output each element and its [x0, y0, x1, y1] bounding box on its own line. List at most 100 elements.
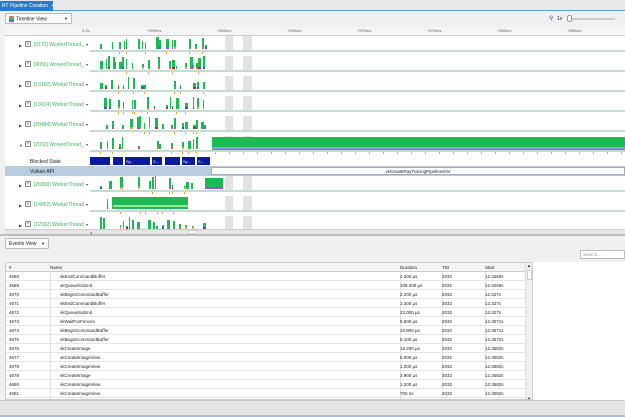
blocked-segment[interactable]: Sy... [125, 157, 150, 165]
blocked-segment[interactable] [113, 157, 123, 165]
event-tick [185, 132, 187, 134]
event-bar [137, 221, 140, 229]
timeline-area[interactable]: ▶ ✓ [5172] WorkerThread_1(▾ ▶ ✓ [9056] Worker… [5, 36, 625, 229]
event-bar [118, 147, 121, 149]
expand-icon[interactable]: ▶ [19, 103, 22, 108]
column-header[interactable]: Start [485, 265, 495, 270]
table-row[interactable]: 4677 vkCreateImageView 8.000 µs 2032 12.3582… [6, 353, 525, 362]
event-bar [171, 187, 174, 189]
event-tick [229, 152, 230, 154]
thread-checkbox[interactable]: ✓ [25, 81, 31, 87]
table-row[interactable]: 4676 vkCreateImage 18.200 µs 2032 12.3582s [6, 344, 525, 353]
table-row[interactable]: 4675 vkBeginCommandBuffer 5.100 µs 2032 12.3… [6, 335, 525, 344]
expand-icon[interactable]: ▶ [19, 83, 22, 88]
thread-row[interactable]: ▶ ✓ [26800] WorkerThread_2 ▾ [5, 176, 625, 196]
thread-row[interactable]: ▶ ✓ [13624] WorkerThread_1 ▾ [5, 96, 625, 116]
chevron-down-icon[interactable]: ▾ [86, 42, 88, 47]
thread-checkbox[interactable]: ✓ [25, 101, 31, 107]
thread-row[interactable]: ▶ ✓ [5172] WorkerThread_1(▾ [5, 36, 625, 56]
thread-row[interactable]: ▶ ✓ [9056] WorkerThread_1(▾ [5, 56, 625, 76]
event-tick [196, 132, 198, 134]
pane-splitter[interactable] [0, 234, 625, 236]
event-tick [551, 152, 552, 154]
blocked-segment[interactable] [165, 157, 180, 165]
table-row[interactable]: 4673 vkWaitForFences 5.500 µs 2032 12.3571s [6, 317, 525, 326]
event-bar [112, 137, 115, 149]
expand-icon[interactable]: ▶ [19, 203, 22, 208]
tab-rt-pipeline-creation[interactable]: RT Pipeline Creation ✕ [0, 1, 55, 11]
thread-checkbox[interactable]: ✓ [25, 41, 31, 47]
blocked-segment[interactable]: S... [197, 157, 210, 165]
table-row[interactable]: 4678 vkCreateImageView 1.000 µs 2032 12.3582… [6, 362, 525, 371]
scroll-up-icon[interactable]: ▲ [527, 263, 531, 268]
table-row[interactable]: 4668 vkEndCommandBuffer 4.200 µs 2032 12.326… [6, 272, 525, 281]
view-select[interactable]: Timeline View ▼ [5, 13, 72, 24]
expand-icon[interactable]: ▶ [19, 183, 22, 188]
event-tick [411, 152, 412, 154]
table-row[interactable]: 4672 vkQueueSubmit 23.000 µs 2032 12.327s [6, 308, 525, 317]
table-row[interactable]: 4674 vkBeginCommandBuffer 10.900 µs 2032 12.… [6, 326, 525, 335]
chevron-down-icon[interactable]: ▾ [86, 222, 88, 227]
blocked-segment[interactable]: S... [152, 157, 162, 165]
blocked-segment[interactable] [90, 157, 110, 165]
expand-icon[interactable]: ▶ [19, 223, 22, 228]
column-header[interactable]: Name [50, 265, 62, 270]
expand-icon[interactable]: ▼ [19, 143, 23, 148]
event-bar [171, 47, 174, 49]
chevron-down-icon[interactable]: ▾ [86, 102, 88, 107]
column-header[interactable]: TID [442, 265, 449, 270]
vulkan-event-bar[interactable]: vkCreateRayTracingPipelinesNV [211, 167, 625, 175]
thread-row[interactable]: ▶ ✓ [13152] WorkerThread_1 ▾ [5, 76, 625, 96]
table-row[interactable]: 4679 vkCreateImage 3.900 µs 2032 12.3582s [6, 371, 525, 380]
column-header[interactable]: # [9, 265, 12, 270]
table-row[interactable]: 4681 vkCreateImageView 700 ns 2032 12.3582s [6, 389, 525, 398]
blocked-segment[interactable]: Sy... [182, 157, 195, 165]
chevron-down-icon[interactable]: ▾ [86, 142, 88, 147]
thread-checkbox[interactable]: ✓ [25, 61, 31, 67]
event-bar [126, 59, 128, 69]
thread-checkbox[interactable]: ✓ [25, 121, 31, 127]
table-row[interactable]: 4669 vkQueueSubmit 108.000 µs 2032 12.3269s [6, 281, 525, 290]
thread-checkbox[interactable]: ✓ [25, 201, 31, 207]
event-bar [132, 62, 134, 69]
event-tid: 2032 [442, 391, 453, 396]
event-bar [123, 102, 125, 109]
thread-checkbox[interactable]: ✓ [25, 181, 31, 187]
zoom-slider-handle[interactable] [567, 15, 572, 22]
event-tick [453, 152, 454, 154]
table-row[interactable]: 4670 vkBeginCommandBuffer 2.200 µs 2032 12.3… [6, 290, 525, 299]
event-bar [147, 60, 150, 69]
events-view-select[interactable]: Events View ▼ [5, 238, 49, 249]
scrollbar-thumb[interactable] [527, 270, 532, 280]
column-header[interactable]: Duration [400, 265, 417, 270]
event-duration: 700 ns [400, 391, 414, 396]
table-vertical-scrollbar[interactable]: ▲ ▼ [525, 263, 532, 399]
vulkan-api-row[interactable]: Vulkan API vkCreateRayTracingPipelinesNV [5, 166, 625, 176]
event-start: 12.3269s [485, 274, 504, 279]
event-bar [142, 67, 145, 69]
thread-row[interactable]: ▶ ✓ [20484] WorkerThread_2 ▾ [5, 116, 625, 136]
zoom-slider[interactable] [568, 18, 615, 20]
thread-row[interactable]: ▶ ✓ [12992] WorkerThread_1 ▾ [5, 216, 625, 229]
chevron-down-icon[interactable]: ▾ [86, 62, 88, 67]
expand-icon[interactable]: ▶ [19, 63, 22, 68]
chevron-down-icon[interactable]: ▾ [86, 182, 88, 187]
close-icon[interactable]: ✕ [51, 3, 55, 9]
chevron-down-icon[interactable]: ▾ [86, 202, 88, 207]
chevron-down-icon[interactable]: ▾ [86, 82, 88, 87]
thread-checkbox[interactable]: ✓ [25, 141, 31, 147]
thread-row[interactable]: ▶ ✓ [14852] WorkerThread_2 ▾ [5, 196, 625, 216]
thread-checkbox[interactable]: ✓ [25, 221, 31, 227]
event-bar [109, 181, 113, 189]
expand-icon[interactable]: ▶ [19, 43, 22, 48]
expand-icon[interactable]: ▶ [19, 123, 22, 128]
thread-row[interactable]: ▼ ✓ [2032] WorkerThread_2(▾ [5, 136, 625, 156]
vulkan-api-label: Vulkan API [30, 169, 55, 175]
table-row[interactable]: 4680 vkCreateImageView 1.200 µs 2032 12.3582… [6, 380, 525, 389]
search-input[interactable]: Search... [580, 250, 625, 259]
event-bar [111, 41, 114, 49]
event-tick [119, 52, 121, 54]
chevron-down-icon[interactable]: ▾ [86, 122, 88, 127]
event-tick [168, 192, 170, 194]
table-row[interactable]: 4671 vkEndCommandBuffer 1.300 µs 2032 12.327… [6, 299, 525, 308]
